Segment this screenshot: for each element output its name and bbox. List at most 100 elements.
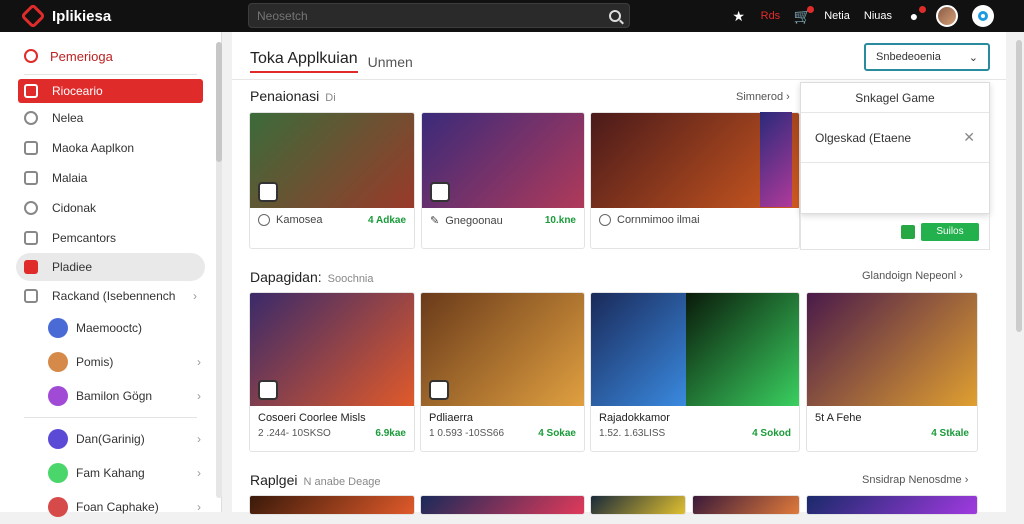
notification-dot [807,6,815,13]
sidebar-item-label: Rioceario [52,84,103,98]
sidebar-item-7[interactable]: Rackand (Isebennench › [0,281,221,311]
close-icon[interactable]: ✕ [963,129,975,146]
game-artwork [807,293,977,406]
header-link[interactable]: Niuas [864,10,892,22]
game-thumb-icon [48,429,68,449]
clock-icon [599,214,611,226]
game-thumb-icon [48,497,68,517]
card-price: 4 Sokae [538,428,576,439]
card-price: 4 Sokod [752,428,791,439]
sidebar-item-2[interactable]: Maoka Aaplkon [0,133,221,163]
search-input[interactable] [257,8,609,23]
pencil-icon: ✎ [430,215,440,227]
game-artwork [686,293,799,406]
page-subtitle[interactable]: Unmen [368,54,413,70]
sidebar: Pemerioga Rioceario Nelea Maoka Aaplkon … [0,32,222,517]
search-bar[interactable] [248,3,630,28]
cart-icon[interactable]: 🛒 [793,6,815,24]
popup-item[interactable]: Olgeskad (Etaene ✕ [801,113,989,163]
section-badge: Di [325,92,336,104]
game-artwork [422,113,584,208]
card-downloads: 1.52. 1.63LISS [599,428,666,439]
shield-icon [24,49,38,63]
app-card[interactable]: Kamosea 4 Adkae [249,112,415,249]
card-downloads: 1 0.593 -10SS66 [429,428,505,439]
sidebar-subitem[interactable]: Fam Kahang › [0,456,221,490]
card-name: Rajadokkamor [599,412,670,424]
game-thumb-icon [48,463,68,483]
popup-title: Snkagel Game [801,83,989,113]
see-all-link[interactable]: Glandoign Nepeonl › [862,270,963,282]
card-name: Pdliaerra [429,412,474,424]
app-card[interactable]: Rajadokkamor 1.52. 1.63LISS 4 Sokod [590,292,800,452]
section-title: Penaionasi Di [250,88,336,104]
sidebar-item-1[interactable]: Nelea [0,103,221,133]
sidebar-subitem[interactable]: Dan(Garinig) › [0,422,221,456]
see-all-link[interactable]: Simnerod › [736,91,790,103]
star-icon[interactable]: ★ [731,8,747,24]
main-scrollbar[interactable] [1016,40,1022,332]
brand-name: Iplikiesa [52,7,112,25]
sidebar-heading[interactable]: Pemerioga [0,42,221,70]
sidebar-subitem[interactable]: Maemooctc) [0,311,221,345]
game-artwork [421,293,584,406]
logo[interactable]: Iplikiesa [20,3,204,29]
header-link[interactable]: Rds [761,10,781,22]
chevron-down-icon: ⌄ [968,51,978,64]
chevron-right-icon: › [193,289,197,303]
apps-button[interactable] [972,5,994,27]
sidebar-scrollbar[interactable] [216,42,222,498]
top-bar: Iplikiesa ★ Rds 🛒 Netia Niuas ● [0,0,1024,32]
sidebar-item-3[interactable]: Malaia [0,163,221,193]
card-label: Cornmimoo ilmai [617,214,700,226]
sidebar-item-4[interactable]: Cidonak [0,193,221,223]
app-card[interactable]: 5t A Fehe 4 Stkale [806,292,978,452]
section-badge: N anabe Deage [303,476,381,488]
game-artwork[interactable] [760,112,792,207]
subitem-label: Maemooctc) [76,321,143,335]
header-link[interactable]: Netia [824,10,850,22]
app-card[interactable]: ✎ Gnegoonau 10.kne [421,112,585,249]
game-artwork[interactable] [249,495,415,515]
card-value: 10.kne [544,215,576,226]
sidebar-item-6[interactable]: Pladiee [16,253,205,281]
chevron-right-icon: › [197,389,201,403]
see-all-link[interactable]: Snsidrap Nenosdme › [862,474,968,486]
card-price: 6.9kae [375,428,406,439]
main-content: Toka Applkuian Unmen Snbedeoenia ⌄ Penai… [232,32,1006,515]
card-label: Gnegoonau [445,214,503,227]
doc-icon [24,171,38,185]
avatar[interactable] [936,5,958,27]
sidebar-item-5[interactable]: Pemcantors [0,223,221,253]
section-badge: Soochnia [327,273,374,285]
info-icon [258,214,270,226]
app-icon [430,182,450,202]
subitem-label: Pomis) [76,355,114,369]
app-card[interactable]: Pdliaerra 1 0.593 -10SS66 4 Sokae [420,292,585,452]
sidebar-subitem[interactable]: Foan Caphake) › [0,490,221,524]
chart-icon [24,201,38,215]
game-artwork[interactable] [692,495,800,515]
sidebar-item-label: Rackand (Isebennench [52,289,176,303]
game-artwork[interactable] [806,495,978,515]
sidebar-subitem[interactable]: Pomis) › [0,345,221,379]
section-title: Dapagidan: Soochnia [250,269,374,285]
app-icon [258,182,278,202]
scrollbar-thumb[interactable] [216,42,222,162]
app-card[interactable]: Cosoeri Coorlee Misls 2 .244- 10SKSO 6.9k… [249,292,415,452]
card-label: Kamosea [276,214,323,226]
game-artwork[interactable] [590,495,686,515]
game-artwork[interactable] [420,495,585,515]
sidebar-subitem[interactable]: Bamilon Gögn › [0,379,221,413]
get-button[interactable]: Suilos [921,222,979,241]
notification-dot [919,6,926,13]
sidebar-item-0[interactable]: Rioceario [18,79,203,103]
game-thumb-icon [48,318,68,338]
game-artwork [250,293,414,406]
sort-select[interactable]: Snbedeoenia ⌄ [864,43,990,71]
folder-icon [24,231,38,245]
check-icon[interactable] [901,224,915,239]
search-icon[interactable] [609,9,621,22]
bell-icon[interactable]: ● [906,6,926,24]
sort-label: Snbedeoenia [876,51,941,63]
